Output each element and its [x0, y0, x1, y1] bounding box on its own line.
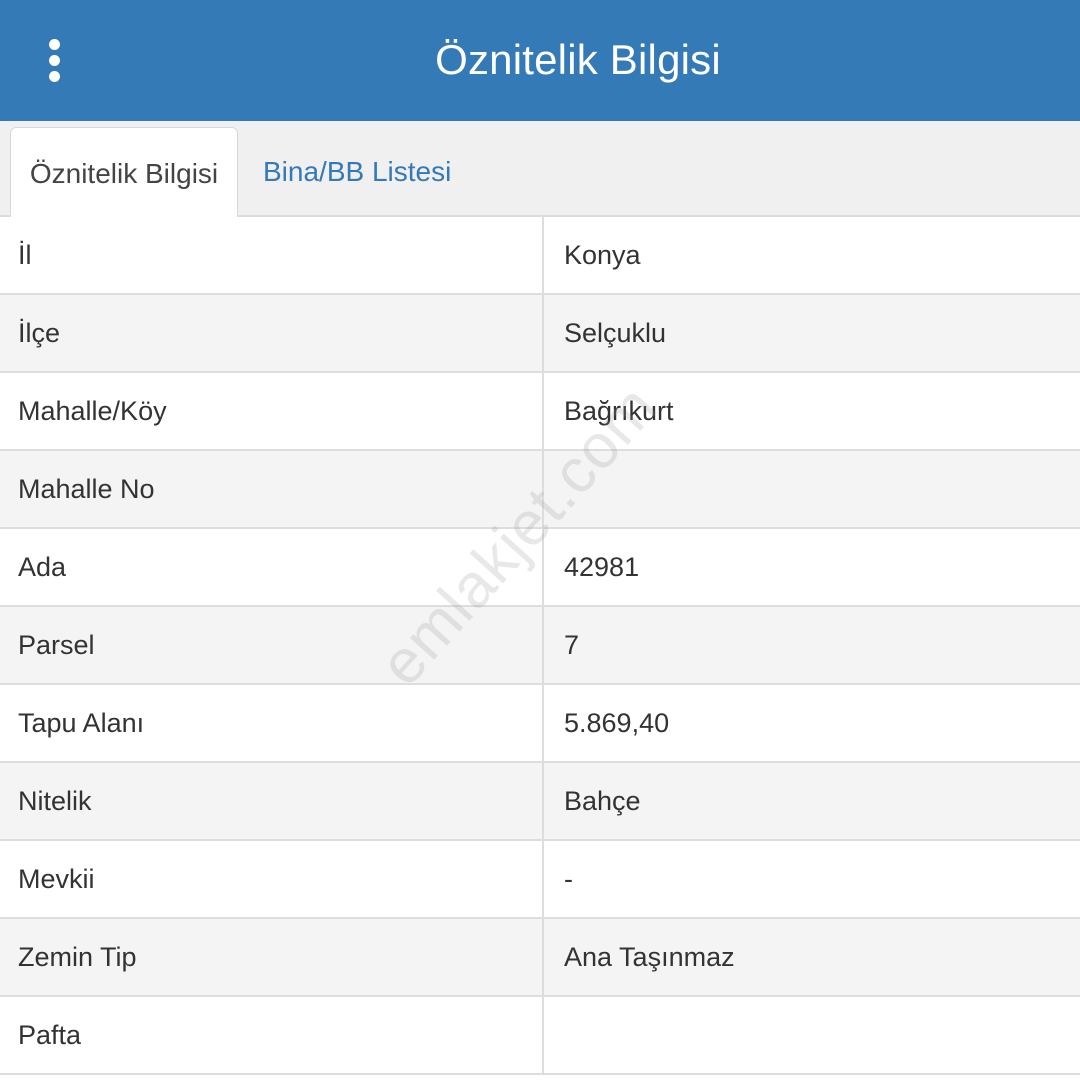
table-row: Nitelik Bahçe [0, 763, 1080, 841]
table-row: Ada 42981 [0, 529, 1080, 607]
row-label: Mahalle No [0, 451, 544, 527]
menu-dot [48, 38, 60, 50]
row-value: 42981 [564, 551, 640, 582]
row-value: Bahçe [564, 785, 641, 816]
row-label: İl [0, 217, 544, 293]
page-title: Öznitelik Bilgisi [435, 35, 721, 83]
row-label: Zemin Tip [0, 919, 544, 995]
tab-bar: Öznitelik Bilgisi Bina/BB Listesi [0, 121, 1080, 219]
row-value: Bağrıkurt [564, 395, 674, 426]
row-value: Konya [564, 239, 641, 270]
table-row: İlçe Selçuklu [0, 295, 1080, 373]
row-label: Mevkii [0, 841, 544, 917]
table-row: Parsel 7 [0, 607, 1080, 685]
tab-bina-bb-listesi[interactable]: Bina/BB Listesi [263, 127, 451, 217]
row-label: Pafta [0, 997, 544, 1073]
table-row: Zemin Tip Ana Taşınmaz [0, 919, 1080, 997]
row-value: Selçuklu [564, 317, 667, 348]
table-row: Tapu Alanı 5.869,40 [0, 685, 1080, 763]
table-row: Mahalle/Köy Bağrıkurt [0, 373, 1080, 451]
row-label: Mahalle/Köy [0, 373, 544, 449]
vertical-dots-icon[interactable] [30, 34, 78, 86]
table-row: Mevkii - [0, 841, 1080, 919]
row-label: Ada [0, 529, 544, 605]
row-value: 5.869,40 [564, 707, 670, 738]
table-row: Pafta [0, 997, 1080, 1075]
row-label: Nitelik [0, 763, 544, 839]
row-value [544, 997, 1080, 1073]
table-row: Mahalle No [0, 451, 1080, 529]
row-value [544, 451, 1080, 527]
app-header: Öznitelik Bilgisi [0, 0, 1080, 121]
tab-oznitelik-bilgisi[interactable]: Öznitelik Bilgisi [10, 127, 238, 219]
row-value: Ana Taşınmaz [564, 941, 735, 972]
row-label: Tapu Alanı [0, 685, 544, 761]
table-row: İl Konya [0, 217, 1080, 295]
menu-dot [48, 54, 60, 66]
row-value: 7 [564, 629, 580, 660]
row-label: İlçe [0, 295, 544, 371]
attribute-table: İl Konya İlçe Selçuklu Mahalle/Köy Bağrı… [0, 217, 1080, 1075]
row-label: Parsel [0, 607, 544, 683]
menu-dot [48, 70, 60, 82]
row-value: - [564, 863, 573, 894]
